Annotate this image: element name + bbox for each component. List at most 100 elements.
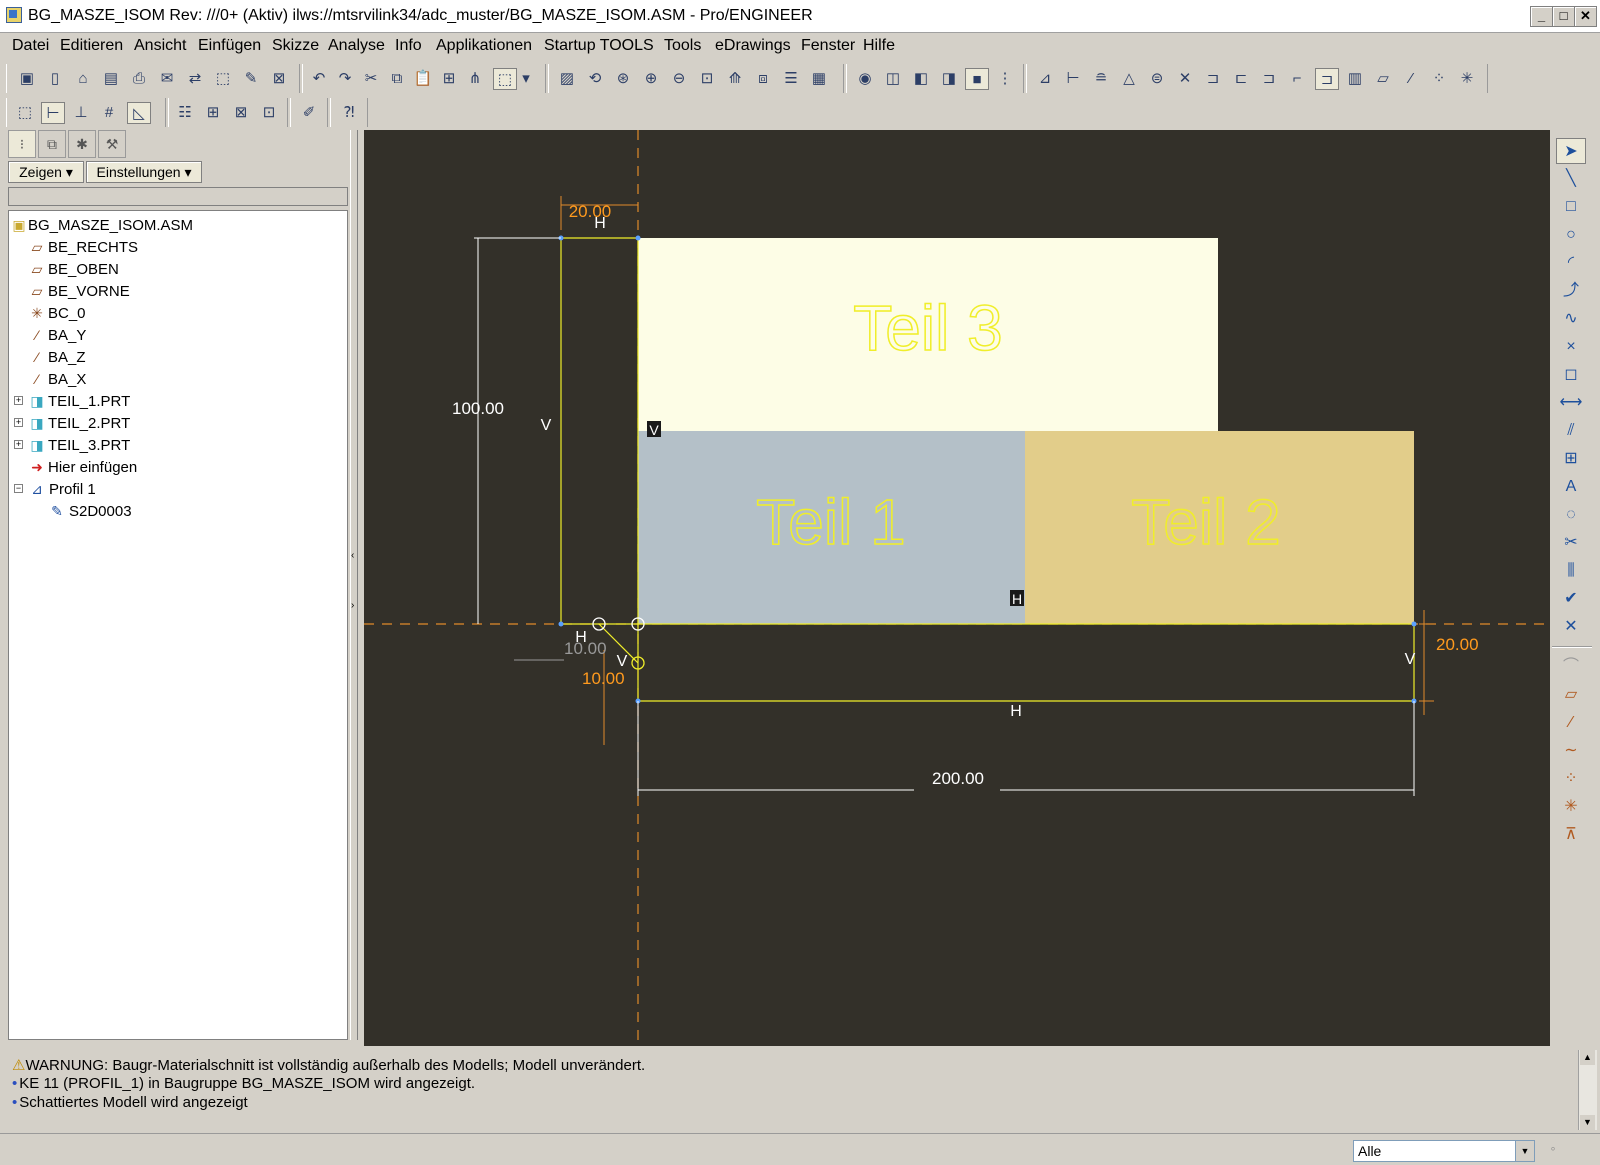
- select-arrow-icon[interactable]: ➤: [1556, 138, 1586, 164]
- use-edge-tool-icon[interactable]: ◻: [1556, 362, 1586, 388]
- menu-startup-tools[interactable]: Startup TOOLS: [544, 37, 654, 55]
- close-button[interactable]: ✕: [1574, 6, 1597, 27]
- regenerate-icon[interactable]: ▨: [555, 68, 579, 90]
- datum-point-tool-icon[interactable]: ⁘: [1556, 766, 1586, 792]
- modify-tool-icon[interactable]: ⫽: [1556, 418, 1586, 444]
- maximize-button[interactable]: □: [1552, 6, 1575, 27]
- fillet-tool-icon[interactable]: ⤴: [1556, 278, 1586, 304]
- accept-sketch-icon[interactable]: ✔: [1556, 586, 1586, 612]
- expand-toggle-icon[interactable]: +: [14, 440, 23, 449]
- selection-filter-select[interactable]: Alle ▼: [1353, 1140, 1535, 1162]
- analysis-tool-icon[interactable]: ⊼: [1556, 822, 1586, 848]
- menu-info[interactable]: Info: [395, 37, 422, 55]
- menu-hilfe[interactable]: Hilfe: [863, 37, 895, 55]
- zoom-out-icon[interactable]: ⊖: [667, 68, 691, 90]
- sketch-canvas[interactable]: Teil 3 Teil 1 Teil 2 20.00 100.00 200.00…: [364, 130, 1550, 1046]
- sketch-display-2-icon[interactable]: ⊞: [201, 102, 225, 124]
- folder-browser-tab-icon[interactable]: ⧉: [38, 130, 66, 158]
- rectangle-tool-icon[interactable]: □: [1556, 194, 1586, 220]
- curve-display-icon[interactable]: ⊐: [1257, 68, 1281, 90]
- layers-icon[interactable]: ☰: [779, 68, 803, 90]
- edge-display-icon[interactable]: ⊏: [1229, 68, 1253, 90]
- dimension-tool-icon[interactable]: ⟷: [1556, 390, 1586, 416]
- arc-tool-icon[interactable]: ◜: [1556, 250, 1586, 276]
- minimize-button[interactable]: _: [1530, 6, 1553, 27]
- expand-toggle-icon[interactable]: +: [14, 418, 23, 427]
- favorites-tab-icon[interactable]: ✱: [68, 130, 96, 158]
- menu-applikationen[interactable]: Applikationen: [436, 37, 532, 55]
- send-link-icon[interactable]: ⇄: [183, 68, 207, 90]
- collapse-toggle-icon[interactable]: −: [14, 484, 23, 493]
- appearance-gallery-icon[interactable]: ◉: [853, 68, 877, 90]
- panel-splitter[interactable]: ‹ ›: [350, 130, 358, 1040]
- collapse-arrow-icon[interactable]: ‹: [351, 550, 354, 561]
- menu-fenster[interactable]: Fenster: [801, 37, 855, 55]
- datum-planes-on-icon[interactable]: ⊿: [1033, 68, 1057, 90]
- scroll-down-icon[interactable]: ▼: [1580, 1115, 1595, 1130]
- email-icon[interactable]: ✉: [155, 68, 179, 90]
- wireframe-icon[interactable]: ◫: [881, 68, 905, 90]
- refit-icon[interactable]: ⊡: [695, 68, 719, 90]
- sketch-display-1-icon[interactable]: ☷: [173, 102, 197, 124]
- color-display-icon[interactable]: ▥: [1343, 68, 1367, 90]
- point-display-icon[interactable]: ⁘: [1427, 68, 1451, 90]
- dim-height[interactable]: 100.00: [452, 399, 504, 418]
- dim-width[interactable]: 200.00: [932, 769, 984, 788]
- select-working-dir-icon[interactable]: ▣: [15, 68, 39, 90]
- menu-skizze[interactable]: Skizze: [272, 37, 319, 55]
- undo-icon[interactable]: ↶: [307, 68, 331, 90]
- sketch-display-3-icon[interactable]: ⊠: [229, 102, 253, 124]
- dim-chamfer-vertical[interactable]: 10.00: [582, 669, 625, 688]
- spin-center-icon[interactable]: ⟲: [583, 68, 607, 90]
- line-tool-icon[interactable]: ╲: [1556, 166, 1586, 192]
- constraints-tool-icon[interactable]: ⊞: [1556, 446, 1586, 472]
- spline-tool-icon[interactable]: ∿: [1556, 306, 1586, 332]
- sketch-diagnostics-icon[interactable]: ✐: [297, 102, 321, 124]
- axis-display-icon[interactable]: ⁄: [1399, 68, 1423, 90]
- view-manager-icon[interactable]: ▦: [807, 68, 831, 90]
- sketch-orient-icon[interactable]: ⊐: [1315, 68, 1339, 90]
- copy-icon[interactable]: ⧉: [385, 68, 409, 90]
- grid-display-icon[interactable]: ⊜: [1145, 68, 1169, 90]
- datum-axis-tool-icon[interactable]: ⁄: [1556, 710, 1586, 736]
- tree-filter-bar[interactable]: [8, 187, 348, 206]
- find-icon[interactable]: ⋔: [463, 68, 487, 90]
- mirror-tool-icon[interactable]: ⫼: [1556, 558, 1586, 584]
- menu-edrawings[interactable]: eDrawings: [715, 37, 791, 55]
- saved-views-icon[interactable]: ⧈: [751, 68, 775, 90]
- reorient-icon[interactable]: ⟰: [723, 68, 747, 90]
- dimension-display-icon[interactable]: ⊢: [1061, 68, 1085, 90]
- paste-special-icon[interactable]: ⊞: [437, 68, 461, 90]
- sketch-view-icon[interactable]: ⊐: [1201, 68, 1225, 90]
- menu-einfuegen[interactable]: Einfügen: [198, 37, 261, 55]
- sketch-display-4-icon[interactable]: ⊡: [257, 102, 281, 124]
- rename-icon[interactable]: ✎: [239, 68, 263, 90]
- save-icon[interactable]: ▤: [99, 68, 123, 90]
- shading-icon[interactable]: ■: [965, 68, 989, 90]
- scroll-up-icon[interactable]: ▲: [1580, 1050, 1595, 1065]
- expand-toggle-icon[interactable]: +: [14, 396, 23, 405]
- print-icon[interactable]: ⎙: [127, 68, 151, 90]
- grid-toggle-icon[interactable]: #: [97, 102, 121, 124]
- constraint-display-icon[interactable]: ≘: [1089, 68, 1113, 90]
- palette-tool-icon[interactable]: ◌: [1556, 502, 1586, 528]
- menu-tools[interactable]: Tools: [664, 37, 701, 55]
- context-help-icon[interactable]: ⁈: [337, 102, 361, 124]
- orient-icon[interactable]: ⊛: [611, 68, 635, 90]
- redo-icon[interactable]: ↷: [333, 68, 357, 90]
- dim-right-offset[interactable]: 20.00: [1436, 635, 1479, 654]
- expand-arrow-icon[interactable]: ›: [351, 600, 354, 611]
- selection-box-icon[interactable]: ⬚: [493, 68, 517, 90]
- datum-plane-tool-icon[interactable]: ▱: [1556, 682, 1586, 708]
- show-dropdown[interactable]: Zeigen ▾: [8, 161, 84, 183]
- cut-icon[interactable]: ✂: [359, 68, 383, 90]
- new-file-icon[interactable]: ▯: [43, 68, 67, 90]
- vertex-display-icon[interactable]: △: [1117, 68, 1141, 90]
- close-window-icon[interactable]: ⊠: [267, 68, 291, 90]
- settings-dropdown[interactable]: Einstellungen ▾: [86, 161, 202, 183]
- model-tree-tab-icon[interactable]: ⁝: [8, 130, 36, 158]
- no-hidden-icon[interactable]: ◨: [937, 68, 961, 90]
- point-tool-icon[interactable]: ×: [1556, 334, 1586, 360]
- datum-curve-tool-icon[interactable]: ∼: [1556, 738, 1586, 764]
- share-icon[interactable]: ⬚: [211, 68, 235, 90]
